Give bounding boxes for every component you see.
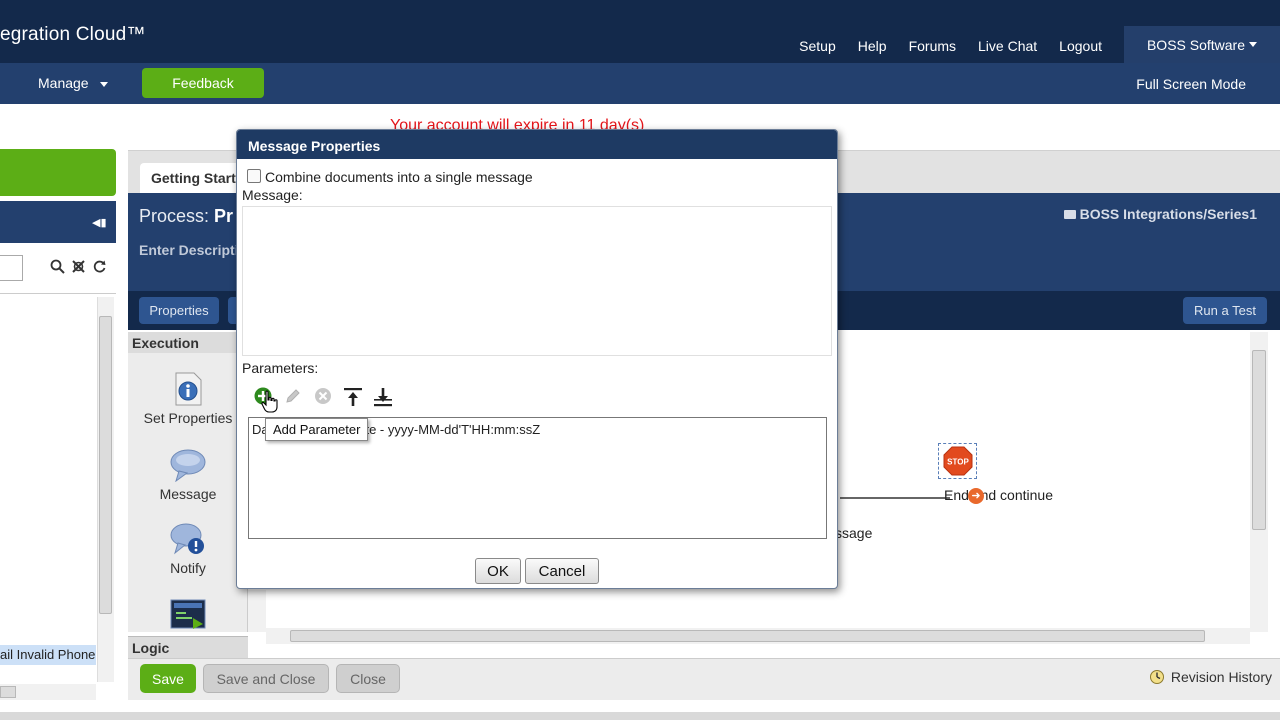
move-up-icon[interactable] [343, 387, 363, 407]
palette-item-message[interactable]: Message [128, 448, 248, 502]
manage-label: Manage [38, 75, 89, 91]
message-label: Message: [242, 187, 303, 203]
hand-cursor-icon [261, 390, 278, 413]
folder-path-label: BOSS Integrations/Series1 [1079, 206, 1257, 222]
help-link[interactable]: Help [858, 38, 887, 54]
run-test-button[interactable]: Run a Test [1183, 297, 1267, 324]
move-down-icon[interactable] [373, 387, 393, 407]
message-textarea[interactable] [242, 206, 832, 356]
parameters-label: Parameters: [242, 360, 319, 376]
message-shape-label: ssage [835, 525, 873, 541]
save-button[interactable]: Save [140, 664, 196, 693]
account-menu[interactable]: BOSS Software [1124, 26, 1280, 63]
palette-item-label: Message [159, 486, 217, 502]
canvas-hscroll-thumb[interactable] [290, 630, 1205, 642]
revision-history-link[interactable]: Revision History [1149, 669, 1272, 685]
end-continue-label: End and continue [944, 487, 1053, 503]
connector-arrow-icon[interactable]: ➜ [968, 488, 984, 504]
folder-icon [1063, 210, 1076, 219]
history-icon [1149, 670, 1164, 684]
chevron-down-icon [1249, 42, 1258, 47]
palette-item-label: Notify [170, 560, 206, 576]
tree-item-selected[interactable]: ail Invalid Phone [0, 645, 96, 665]
full-screen-link[interactable]: Full Screen Mode [1136, 76, 1246, 92]
left-panel-tools [50, 259, 107, 274]
component-search-input[interactable] [0, 255, 23, 281]
process-folder-path: BOSS Integrations/Series1 [1063, 206, 1257, 222]
search-icon[interactable] [50, 259, 65, 274]
window-bottom-strip [0, 712, 1280, 720]
save-and-close-button[interactable]: Save and Close [203, 664, 329, 693]
shape-connector[interactable] [840, 497, 950, 499]
info-icon [175, 372, 202, 406]
speech-bubble-icon [170, 449, 206, 482]
add-parameter-tooltip: Add Parameter [265, 418, 369, 441]
close-button[interactable]: Close [336, 664, 400, 693]
setup-link[interactable]: Setup [799, 38, 836, 54]
palette-execution-header[interactable]: Execution [128, 332, 248, 353]
process-title: Process: Pr [139, 206, 233, 227]
notify-icon [170, 523, 204, 555]
palette-item-notify[interactable]: Notify [128, 522, 248, 576]
stop-sign-text: STOP [947, 458, 969, 467]
palette-item-label: Set Properties [143, 410, 233, 426]
properties-button[interactable]: Properties [139, 297, 219, 324]
palette-item-program-command[interactable] [128, 598, 248, 634]
live-chat-link[interactable]: Live Chat [978, 38, 1037, 54]
process-title-prefix: Process: [139, 206, 215, 226]
top-links: Setup Help Forums Live Chat Logout [799, 36, 1102, 56]
logout-link[interactable]: Logout [1059, 38, 1102, 54]
feedback-button[interactable]: Feedback [142, 68, 264, 98]
forums-link[interactable]: Forums [909, 38, 956, 54]
palette-item-set-properties[interactable]: Set Properties [128, 372, 248, 426]
palette-logic-header[interactable]: Logic [128, 636, 248, 658]
dialog-title[interactable]: Message Properties [237, 130, 837, 159]
cancel-button[interactable]: Cancel [525, 558, 599, 584]
left-scroll-thumb[interactable] [99, 316, 112, 614]
chevron-down-icon [100, 81, 109, 87]
left-hscroll-thumb[interactable] [0, 686, 16, 698]
delete-parameter-icon[interactable] [314, 387, 332, 405]
process-title-name[interactable]: Pr [214, 206, 233, 226]
account-name: BOSS Software [1146, 36, 1246, 53]
clear-search-icon[interactable] [71, 259, 86, 274]
left-panel-green-button[interactable] [0, 149, 116, 196]
parameter-row-end: t Date - yyyy-MM-dd'T'HH:mm:ssZ [341, 422, 541, 437]
app-title: egration Cloud™ [0, 24, 146, 45]
stop-sign-icon[interactable]: STOP [943, 446, 973, 476]
message-properties-dialog: Message Properties Combine documents int… [236, 129, 838, 589]
terminal-icon [170, 599, 206, 629]
combine-documents-label[interactable]: Combine documents into a single message [265, 169, 533, 185]
canvas-vscroll-thumb[interactable] [1252, 350, 1266, 530]
revision-history-label: Revision History [1170, 669, 1272, 685]
ok-button[interactable]: OK [475, 558, 521, 584]
process-description[interactable]: Enter Descripti [139, 242, 239, 258]
palette-scrollbar[interactable] [248, 590, 266, 632]
manage-menu[interactable]: Manage [38, 75, 109, 91]
refresh-icon[interactable] [92, 259, 107, 274]
tab-getting-started[interactable]: Getting Start [140, 163, 240, 193]
edit-parameter-icon[interactable] [284, 387, 302, 405]
collapse-panel-icon[interactable]: ◀▮ [92, 216, 107, 229]
combine-documents-checkbox[interactable] [247, 169, 261, 183]
